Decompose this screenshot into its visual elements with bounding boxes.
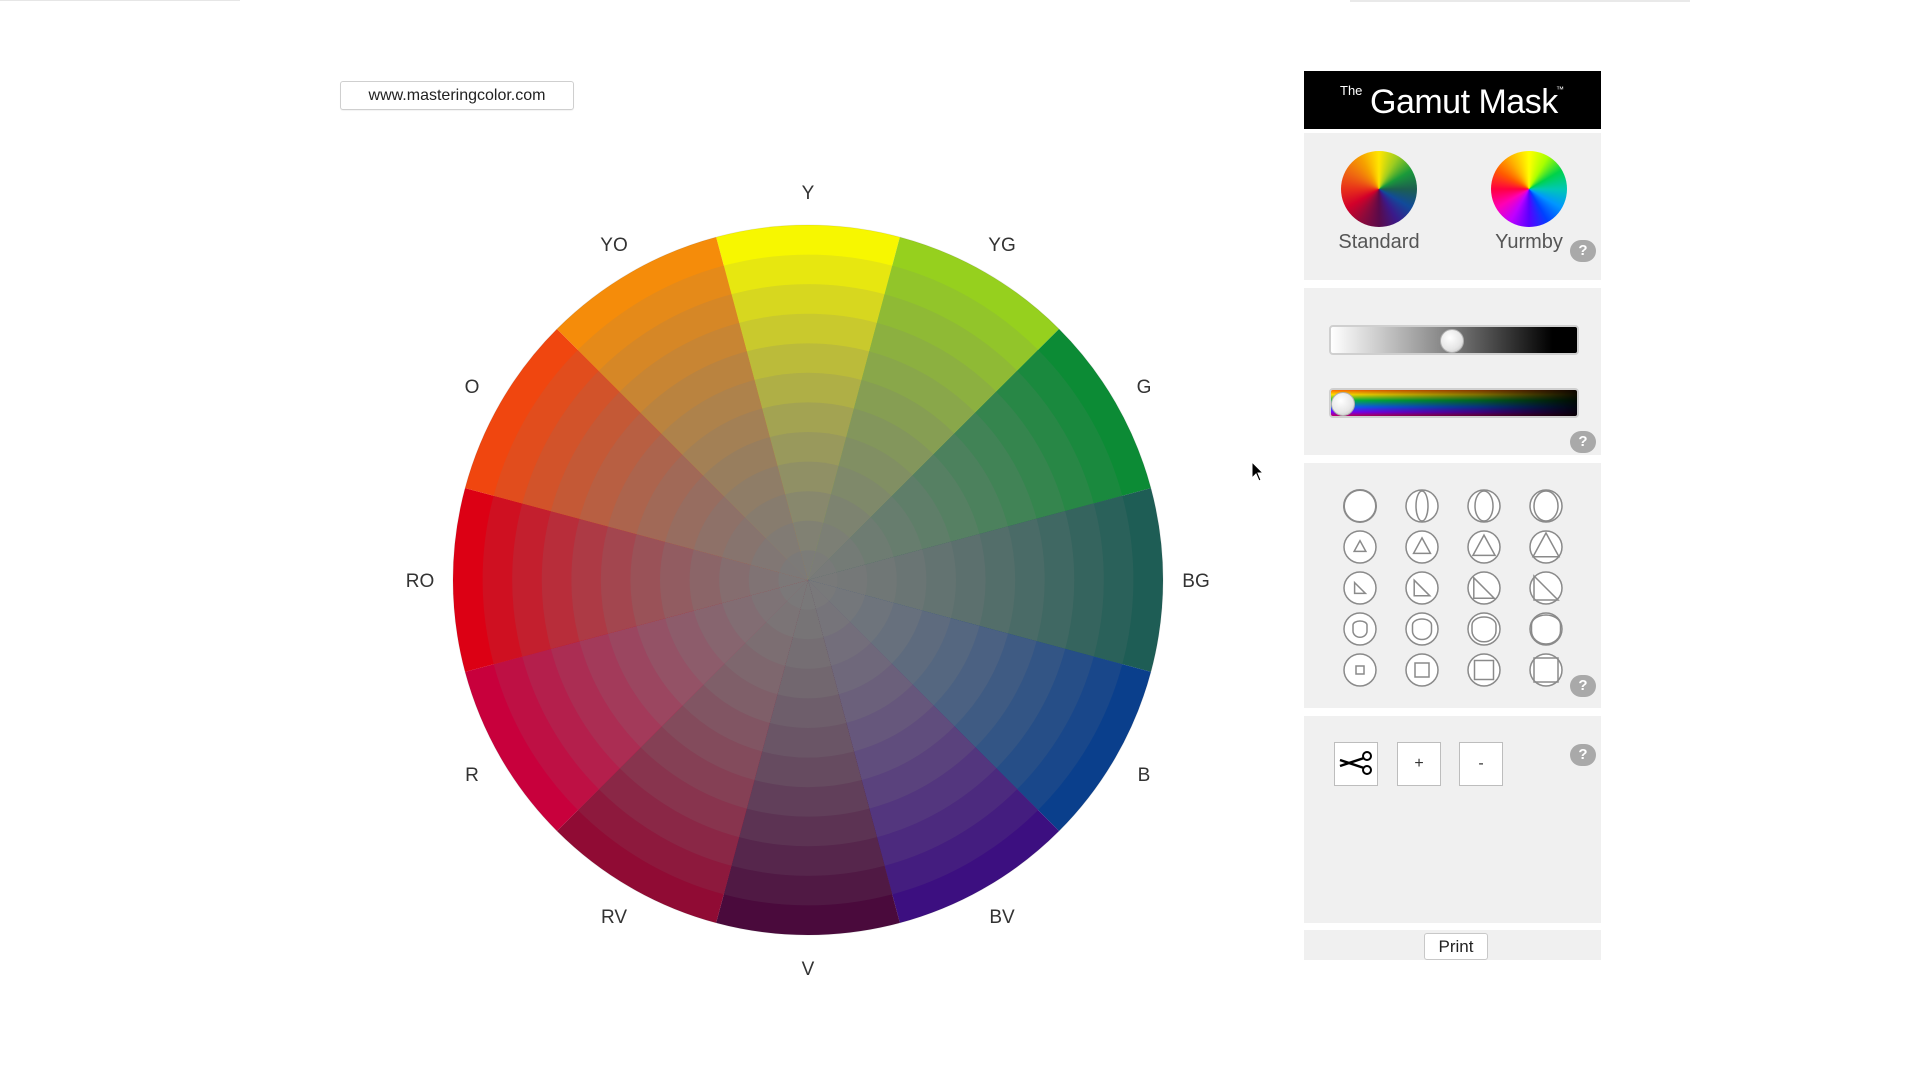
right-triangle-medium-icon: [1405, 571, 1439, 605]
wheel-label-y: Y: [802, 183, 815, 204]
wheel-label-o: O: [465, 377, 480, 398]
square-medium-icon: [1405, 653, 1439, 687]
help-button-modes[interactable]: ?: [1570, 240, 1596, 262]
right-triangle-small-button[interactable]: [1342, 570, 1378, 606]
wheel-label-bg: BG: [1182, 571, 1209, 592]
triangle-large-icon: [1467, 530, 1501, 564]
wheel-label-ro: RO: [406, 571, 435, 592]
arch-medium-button[interactable]: [1404, 611, 1440, 647]
square-xlarge-button[interactable]: [1528, 652, 1564, 688]
circle-button[interactable]: [1342, 488, 1378, 524]
cut-mask-button[interactable]: [1334, 742, 1378, 786]
right-triangle-large-button[interactable]: [1466, 570, 1502, 606]
arch-medium-icon: [1405, 612, 1439, 646]
lens-narrow-button[interactable]: [1404, 488, 1440, 524]
lens-wide-button[interactable]: [1528, 488, 1564, 524]
add-mask-button[interactable]: +: [1397, 742, 1441, 786]
square-small-button[interactable]: [1342, 652, 1378, 688]
right-triangle-xlarge-icon: [1529, 571, 1563, 605]
right-triangle-medium-button[interactable]: [1404, 570, 1440, 606]
hue-slider-thumb[interactable]: [1331, 392, 1355, 416]
help-button-tools[interactable]: ?: [1570, 744, 1596, 766]
triangle-large-button[interactable]: [1466, 529, 1502, 565]
app-title: Gamut Mask: [1370, 83, 1558, 121]
lens-narrow-icon: [1405, 489, 1439, 523]
arch-xlarge-icon: [1529, 612, 1563, 646]
wheel-label-rv: RV: [601, 907, 627, 928]
gamut-mask-header: The Gamut Mask ™: [1304, 71, 1601, 129]
yurmby-mode-button[interactable]: Yurmby: [1474, 151, 1584, 254]
arch-small-icon: [1343, 612, 1377, 646]
print-section: Print: [1304, 930, 1601, 960]
triangle-medium-button[interactable]: [1404, 529, 1440, 565]
square-large-button[interactable]: [1466, 652, 1502, 688]
arch-large-button[interactable]: [1466, 611, 1502, 647]
lens-wide-icon: [1529, 489, 1563, 523]
square-xlarge-icon: [1529, 653, 1563, 687]
wheel-label-yg: YG: [988, 235, 1015, 256]
triangle-medium-icon: [1405, 530, 1439, 564]
help-button-shapes[interactable]: ?: [1570, 675, 1596, 697]
standard-mode-button[interactable]: Standard: [1324, 151, 1434, 254]
lens-medium-button[interactable]: [1466, 488, 1502, 524]
triangle-xlarge-button[interactable]: [1528, 529, 1564, 565]
mouse-cursor-icon: [1251, 461, 1265, 482]
wheel-mode-section: Standard Yurmby ?: [1304, 133, 1601, 280]
right-triangle-large-icon: [1467, 571, 1501, 605]
scissors-icon: [1339, 751, 1372, 775]
arch-xlarge-button[interactable]: [1528, 611, 1564, 647]
triangle-xlarge-icon: [1529, 530, 1563, 564]
wheel-label-yo: YO: [600, 235, 627, 256]
mask-tools-section: + - ?: [1304, 716, 1601, 923]
wheel-label-v: V: [802, 959, 815, 980]
help-button-sliders[interactable]: ?: [1570, 431, 1596, 453]
top-divider-right: [1350, 0, 1690, 2]
standard-label: Standard: [1338, 231, 1420, 253]
square-small-icon: [1343, 653, 1377, 687]
remove-mask-button[interactable]: -: [1459, 742, 1503, 786]
yurmby-label: Yurmby: [1495, 231, 1563, 253]
wheel-label-bv: BV: [989, 907, 1015, 928]
mask-shapes-section: ?: [1304, 463, 1601, 708]
header-the: The: [1340, 83, 1363, 98]
slider-section: ?: [1304, 288, 1601, 455]
triangle-small-button[interactable]: [1342, 529, 1378, 565]
print-button[interactable]: Print: [1424, 933, 1488, 960]
right-triangle-xlarge-button[interactable]: [1528, 570, 1564, 606]
yurmby-wheel-icon: [1491, 151, 1567, 227]
wheel-label-b: B: [1138, 765, 1151, 786]
lens-medium-icon: [1467, 489, 1501, 523]
trademark: ™: [1556, 85, 1564, 94]
wheel-label-g: G: [1137, 377, 1152, 398]
value-slider-thumb[interactable]: [1439, 329, 1464, 353]
hue-slider[interactable]: [1329, 388, 1579, 418]
wheel-label-r: R: [465, 765, 479, 786]
right-triangle-small-icon: [1343, 571, 1377, 605]
circle-icon: [1343, 489, 1377, 523]
square-large-icon: [1467, 653, 1501, 687]
color-wheel[interactable]: Y YG G BG B BV V RV R RO O YO: [0, 0, 1300, 1000]
arch-small-button[interactable]: [1342, 611, 1378, 647]
arch-large-icon: [1467, 612, 1501, 646]
value-slider[interactable]: [1329, 325, 1579, 355]
standard-wheel-icon: [1341, 151, 1417, 227]
square-medium-button[interactable]: [1404, 652, 1440, 688]
triangle-small-icon: [1343, 530, 1377, 564]
